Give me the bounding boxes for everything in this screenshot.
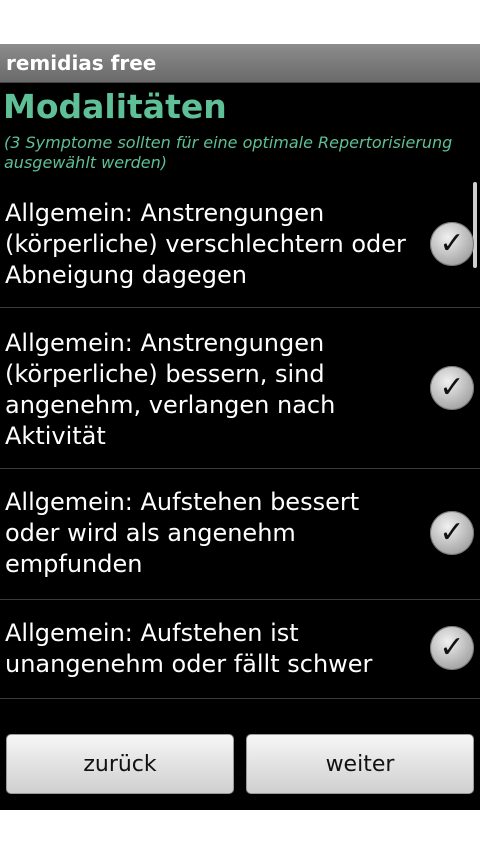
list-item-text: Allgemein: Anstrengungen (körperliche) b… bbox=[5, 329, 336, 450]
page-heading: Modalitäten bbox=[3, 87, 227, 126]
list-item[interactable]: Allgemein: Aufstehen bessert oder wird a… bbox=[0, 469, 480, 600]
app-title: remidias free bbox=[6, 51, 157, 75]
check-icon[interactable]: ✓ bbox=[430, 511, 474, 555]
main-content: Modalitäten (3 Symptome sollten für eine… bbox=[0, 83, 480, 810]
check-icon[interactable]: ✓ bbox=[430, 366, 474, 410]
symptom-list: Allgemein: Anstrengungen (körperliche) v… bbox=[0, 184, 480, 699]
next-button[interactable]: weiter bbox=[246, 734, 474, 794]
list-item-text: Allgemein: Aufstehen ist unangenehm oder… bbox=[5, 619, 373, 678]
list-item-text: Allgemein: Aufstehen bessert oder wird a… bbox=[5, 488, 360, 578]
check-icon[interactable]: ✓ bbox=[430, 626, 474, 670]
list-item[interactable]: Allgemein: Anstrengungen (körperliche) v… bbox=[0, 184, 480, 308]
back-button[interactable]: zurück bbox=[6, 734, 234, 794]
list-item-text: Allgemein: Anstrengungen (körperliche) v… bbox=[5, 199, 406, 289]
list-item[interactable]: Allgemein: Anstrengungen (körperliche) b… bbox=[0, 308, 480, 469]
page-subtitle: (3 Symptome sollten für eine optimale Re… bbox=[4, 133, 453, 172]
app-title-bar: remidias free bbox=[0, 44, 480, 83]
check-icon[interactable]: ✓ bbox=[430, 222, 474, 266]
status-bar-area bbox=[0, 0, 480, 44]
bottom-area bbox=[0, 810, 480, 854]
list-item[interactable]: Allgemein: Aufstehen ist unangenehm oder… bbox=[0, 600, 480, 699]
